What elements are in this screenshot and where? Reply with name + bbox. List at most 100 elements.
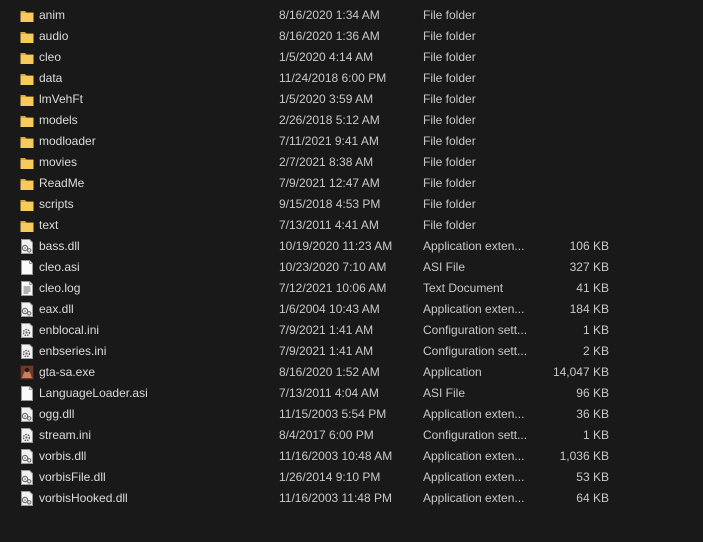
file-type: Configuration sett... <box>423 428 528 442</box>
file-type: File folder <box>423 71 476 85</box>
file-size: 36 KB <box>576 407 609 421</box>
file-list: anim 8/16/2020 1:34 AM File folder audio 8/1… <box>0 5 703 509</box>
date-modified: 11/15/2003 5:54 PM <box>279 407 387 421</box>
date-modified: 7/9/2021 1:41 AM <box>279 344 374 358</box>
file-type: Text Document <box>423 281 504 295</box>
file-row[interactable]: vorbis.dll 11/16/2003 10:48 AM Application… <box>0 446 703 467</box>
file-type: Application exten... <box>423 449 525 463</box>
file-name: scripts <box>39 197 74 211</box>
file-size: 14,047 KB <box>552 365 609 379</box>
folder-row[interactable]: models 2/26/2018 5:12 AM File folder <box>0 110 703 131</box>
file-row[interactable]: gta-sa.exe 8/16/2020 1:52 AM Application 14… <box>0 362 703 383</box>
folder-icon <box>20 218 34 233</box>
folder-row[interactable]: lmVehFt 1/5/2020 3:59 AM File folder <box>0 89 703 110</box>
file-name: anim <box>39 8 66 22</box>
date-modified: 1/5/2020 3:59 AM <box>279 92 374 106</box>
date-modified: 7/13/2011 4:04 AM <box>279 386 379 400</box>
file-size: 1 KB <box>582 323 609 337</box>
file-name: movies <box>39 155 78 169</box>
file-row[interactable]: vorbisHooked.dll 11/16/2003 11:48 PM Appli… <box>0 488 703 509</box>
file-name: LanguageLoader.asi <box>39 386 148 400</box>
file-name: gta-sa.exe <box>39 365 96 379</box>
file-name: ogg.dll <box>39 407 75 421</box>
file-type: Application exten... <box>423 470 525 484</box>
dll-file-icon <box>20 302 34 317</box>
date-modified: 1/26/2014 9:10 PM <box>279 470 381 484</box>
file-type: File folder <box>423 176 476 190</box>
date-modified: 8/16/2020 1:36 AM <box>279 29 380 43</box>
date-modified: 11/16/2003 11:48 PM <box>279 491 392 505</box>
file-row[interactable]: vorbisFile.dll 1/26/2014 9:10 PM Applicati… <box>0 467 703 488</box>
file-row[interactable]: eax.dll 1/6/2004 10:43 AM Application exte… <box>0 299 703 320</box>
file-row[interactable]: LanguageLoader.asi 7/13/2011 4:04 AM ASI F… <box>0 383 703 404</box>
date-modified: 7/9/2021 12:47 AM <box>279 176 380 190</box>
file-type: Application exten... <box>423 407 525 421</box>
folder-row[interactable]: modloader 7/11/2021 9:41 AM File folder <box>0 131 703 152</box>
file-name: cleo.asi <box>39 260 80 274</box>
date-modified: 8/16/2020 1:34 AM <box>279 8 380 22</box>
text-file-icon <box>20 281 34 296</box>
file-row[interactable]: enbseries.ini 7/9/2021 1:41 AM Configurati… <box>0 341 703 362</box>
folder-icon <box>20 155 34 170</box>
folder-icon <box>20 29 34 44</box>
file-type: File folder <box>423 155 476 169</box>
date-modified: 10/23/2020 7:10 AM <box>279 260 387 274</box>
file-type: ASI File <box>423 386 466 400</box>
dll-file-icon <box>20 239 34 254</box>
folder-row[interactable]: audio 8/16/2020 1:36 AM File folder <box>0 26 703 47</box>
file-name: text <box>39 218 59 232</box>
file-type: File folder <box>423 8 476 22</box>
file-type: File folder <box>423 134 476 148</box>
file-type: Configuration sett... <box>423 344 528 358</box>
file-type: Application exten... <box>423 491 525 505</box>
date-modified: 8/4/2017 6:00 PM <box>279 428 374 442</box>
folder-icon <box>20 113 34 128</box>
file-type: Configuration sett... <box>423 323 528 337</box>
folder-row[interactable]: data 11/24/2018 6:00 PM File folder <box>0 68 703 89</box>
file-size: 2 KB <box>582 344 609 358</box>
dll-file-icon <box>20 491 34 506</box>
file-name: bass.dll <box>39 239 80 253</box>
blank-file-icon <box>20 386 34 401</box>
file-row[interactable]: ogg.dll 11/15/2003 5:54 PM Application ext… <box>0 404 703 425</box>
file-name: data <box>39 71 63 85</box>
file-type: File folder <box>423 29 476 43</box>
date-modified: 1/6/2004 10:43 AM <box>279 302 380 316</box>
date-modified: 7/12/2021 10:06 AM <box>279 281 387 295</box>
date-modified: 9/15/2018 4:53 PM <box>279 197 381 211</box>
app-exe-icon <box>20 365 34 380</box>
file-name: modloader <box>39 134 96 148</box>
dll-file-icon <box>20 470 34 485</box>
config-file-icon <box>20 323 34 338</box>
date-modified: 7/11/2021 9:41 AM <box>279 134 379 148</box>
file-row[interactable]: stream.ini 8/4/2017 6:00 PM Configuration … <box>0 425 703 446</box>
file-size: 64 KB <box>576 491 609 505</box>
dll-file-icon <box>20 407 34 422</box>
file-row[interactable]: cleo.asi 10/23/2020 7:10 AM ASI File 327 KB <box>0 257 703 278</box>
date-modified: 7/9/2021 1:41 AM <box>279 323 374 337</box>
file-type: Application exten... <box>423 302 525 316</box>
file-row[interactable]: cleo.log 7/12/2021 10:06 AM Text Document 4… <box>0 278 703 299</box>
folder-row[interactable]: cleo 1/5/2020 4:14 AM File folder <box>0 47 703 68</box>
folder-row[interactable]: scripts 9/15/2018 4:53 PM File folder <box>0 194 703 215</box>
file-name: stream.ini <box>39 428 92 442</box>
file-name: enbseries.ini <box>39 344 107 358</box>
folder-row[interactable]: anim 8/16/2020 1:34 AM File folder <box>0 5 703 26</box>
file-size: 53 KB <box>576 470 609 484</box>
file-type: File folder <box>423 50 476 64</box>
folder-row[interactable]: movies 2/7/2021 8:38 AM File folder <box>0 152 703 173</box>
date-modified: 11/24/2018 6:00 PM <box>279 71 387 85</box>
file-size: 1 KB <box>582 428 609 442</box>
folder-icon <box>20 197 34 212</box>
file-row[interactable]: bass.dll 10/19/2020 11:23 AM Application e… <box>0 236 703 257</box>
folder-icon <box>20 92 34 107</box>
file-name: enblocal.ini <box>39 323 100 337</box>
date-modified: 8/16/2020 1:52 AM <box>279 365 380 379</box>
folder-row[interactable]: text 7/13/2011 4:41 AM File folder <box>0 215 703 236</box>
file-name: lmVehFt <box>39 92 84 106</box>
file-row[interactable]: enblocal.ini 7/9/2021 1:41 AM Configuratio… <box>0 320 703 341</box>
folder-row[interactable]: ReadMe 7/9/2021 12:47 AM File folder <box>0 173 703 194</box>
date-modified: 10/19/2020 11:23 AM <box>279 239 393 253</box>
date-modified: 2/26/2018 5:12 AM <box>279 113 380 127</box>
file-type: Application exten... <box>423 239 525 253</box>
